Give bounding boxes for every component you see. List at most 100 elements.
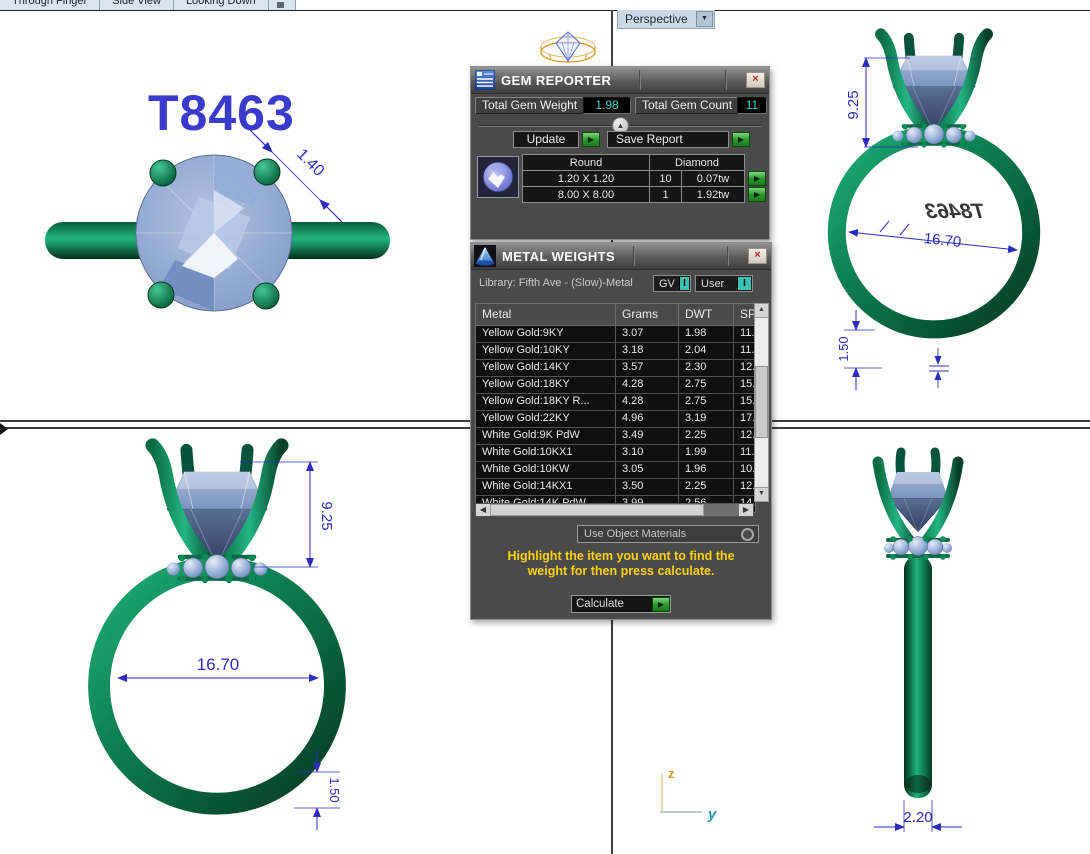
- metal-grams-cell: 3.07: [616, 326, 679, 342]
- metal-grams-cell: 4.28: [616, 394, 679, 410]
- axis-y-label: y: [707, 806, 717, 823]
- titlebar-groove-3: [633, 246, 635, 266]
- gem-reporter-titlebar[interactable]: GEM REPORTER ×: [471, 67, 769, 94]
- scroll-right-icon[interactable]: ▶: [739, 504, 753, 516]
- gem-reporter-icon: [475, 70, 495, 90]
- metal-table-row[interactable]: Yellow Gold:22KY4.963.1917.89: [476, 411, 755, 428]
- gem-table-row: 1.20 X 1.20100.07tw▶: [523, 171, 766, 187]
- col-spg[interactable]: SPG: [734, 304, 755, 325]
- metal-table-row[interactable]: White Gold:9K PdW3.492.2512.59: [476, 428, 755, 445]
- hint-text: Highlight the item you want to find the …: [471, 549, 771, 579]
- use-object-materials-label: Use Object Materials: [578, 528, 741, 540]
- gem-thumbnail-icon: [478, 157, 518, 197]
- calculate-button[interactable]: Calculate ▶: [571, 595, 671, 613]
- calculate-label: Calculate: [572, 598, 652, 610]
- titlebar-groove-4: [727, 246, 729, 266]
- metal-spg-cell: 11.08: [734, 326, 755, 342]
- horizontal-scroll-thumb[interactable]: [490, 504, 704, 516]
- gem-reporter-title: GEM REPORTER: [501, 73, 611, 88]
- metal-spg-cell: 11.18: [734, 445, 755, 461]
- metal-table-row[interactable]: Yellow Gold:10KY3.182.0411.45: [476, 343, 755, 360]
- gv-indicator-icon: I: [679, 277, 689, 290]
- chevron-down-icon[interactable]: ▼: [696, 11, 713, 27]
- ring-top-view: [45, 155, 390, 311]
- metal-spg-cell: 15.41: [734, 394, 755, 410]
- col-dwt[interactable]: DWT: [679, 304, 734, 325]
- dimension-label-9-25-perspective: 9.25: [845, 90, 862, 119]
- viewport-tab[interactable]: Side View: [100, 0, 174, 10]
- metal-dwt-cell: 2.25: [679, 479, 734, 495]
- viewport-divider-handle-icon[interactable]: [0, 423, 8, 435]
- scroll-left-icon[interactable]: ◀: [476, 504, 490, 516]
- vertical-scroll-thumb[interactable]: [755, 366, 768, 438]
- metal-table-row[interactable]: Yellow Gold:18KY R...4.282.7515.41: [476, 394, 755, 411]
- gem-row-go-icon[interactable]: ▶: [748, 187, 766, 202]
- horizontal-scrollbar[interactable]: ◀ ▶: [475, 503, 754, 517]
- gv-toggle-button[interactable]: GV I: [653, 275, 691, 292]
- metal-spg-cell: 10.99: [734, 462, 755, 478]
- close-icon-metal[interactable]: ×: [748, 248, 767, 264]
- save-report-go-icon[interactable]: ▶: [732, 132, 750, 147]
- gem-weight-cell: 1.92tw: [681, 186, 745, 203]
- gv-label: GV: [654, 278, 679, 290]
- metal-name-cell: Yellow Gold:10KY: [476, 343, 616, 359]
- viewport-tab[interactable]: Looking Down: [174, 0, 269, 10]
- metal-dwt-cell: 1.98: [679, 326, 734, 342]
- metal-table-row[interactable]: White Gold:10KX13.101.9911.18: [476, 445, 755, 462]
- dimension-label-2-20: 2.20: [903, 809, 932, 826]
- metal-table-row[interactable]: Yellow Gold:9KY3.071.9811.08: [476, 326, 755, 343]
- total-gem-count-value: 11: [737, 97, 767, 114]
- metal-table-row[interactable]: Yellow Gold:18KY4.282.7515.41: [476, 377, 755, 394]
- metal-table-row[interactable]: White Gold:14KX13.502.2512.61: [476, 479, 755, 496]
- metal-name-cell: White Gold:10KW: [476, 462, 616, 478]
- col-metal[interactable]: Metal: [476, 304, 616, 325]
- viewport-tab-icon[interactable]: [269, 0, 296, 10]
- metal-table-row[interactable]: White Gold:10KW3.051.9610.99: [476, 462, 755, 479]
- metal-spg-cell: 15.41: [734, 377, 755, 393]
- metal-table-row[interactable]: Yellow Gold:14KY3.572.3012.88: [476, 360, 755, 377]
- scroll-down-icon[interactable]: ▼: [755, 487, 768, 501]
- gem-table: Round Diamond 1.20 X 1.20100.07tw▶8.00 X…: [523, 155, 766, 203]
- vertical-scrollbar[interactable]: ▲ ▼: [754, 303, 769, 502]
- metal-dwt-cell: 3.19: [679, 411, 734, 427]
- viewport-tab-label: Through Finger: [12, 0, 87, 7]
- viewport-tab[interactable]: Through Finger: [0, 0, 100, 10]
- axis-z-label: z: [668, 766, 675, 781]
- gem-table-row: 8.00 X 8.0011.92tw▶: [523, 187, 766, 203]
- metal-spg-cell: 12.88: [734, 360, 755, 376]
- calculate-go-icon[interactable]: ▶: [652, 597, 670, 612]
- use-object-materials-button[interactable]: Use Object Materials: [577, 525, 759, 543]
- gem-row-go-icon[interactable]: ▶: [748, 171, 766, 186]
- metal-name-cell: Yellow Gold:14KY: [476, 360, 616, 376]
- close-icon[interactable]: ×: [746, 72, 765, 88]
- viewport-tab-label: Looking Down: [186, 0, 256, 7]
- viewport-title-label: Perspective: [618, 12, 696, 26]
- gem-size-cell: 8.00 X 8.00: [522, 186, 650, 203]
- mirrored-model-number-label: T8463: [922, 199, 988, 223]
- update-button[interactable]: Update: [513, 131, 579, 148]
- metal-weights-title: METAL WEIGHTS: [502, 249, 615, 264]
- metal-dwt-cell: 1.99: [679, 445, 734, 461]
- update-go-icon[interactable]: ▶: [582, 132, 600, 147]
- viewport-tab-label: Side View: [112, 0, 161, 7]
- metal-weights-titlebar[interactable]: METAL WEIGHTS ×: [471, 243, 771, 270]
- dimension-label-1-50-perspective: 1.50: [836, 336, 851, 361]
- metal-name-cell: Yellow Gold:18KY R...: [476, 394, 616, 410]
- col-grams[interactable]: Grams: [616, 304, 679, 325]
- radio-icon[interactable]: [741, 528, 754, 541]
- scroll-up-icon[interactable]: ▲: [755, 304, 768, 318]
- save-report-button[interactable]: Save Report: [607, 131, 729, 148]
- small-tab-glyph-icon: [277, 2, 284, 8]
- axis-indicator: z y: [660, 766, 717, 823]
- gem-reporter-panel: GEM REPORTER × Total Gem Weight 1.98 Tot…: [470, 66, 770, 240]
- dimension-label-1-40: 1.40: [293, 146, 327, 180]
- user-toggle-button[interactable]: User I: [695, 275, 753, 292]
- metal-table: Metal Grams DWT SPG Yellow Gold:9KY3.071…: [475, 303, 756, 513]
- gem-count-cell: 10: [649, 170, 682, 187]
- gem-thumbnail[interactable]: [477, 156, 519, 198]
- viewport-title-perspective[interactable]: Perspective ▼: [617, 10, 715, 29]
- gem-size-cell: 1.20 X 1.20: [522, 170, 650, 187]
- metal-dwt-cell: 2.25: [679, 428, 734, 444]
- gem-shape-header: Round: [522, 154, 650, 171]
- metal-spg-cell: 12.61: [734, 479, 755, 495]
